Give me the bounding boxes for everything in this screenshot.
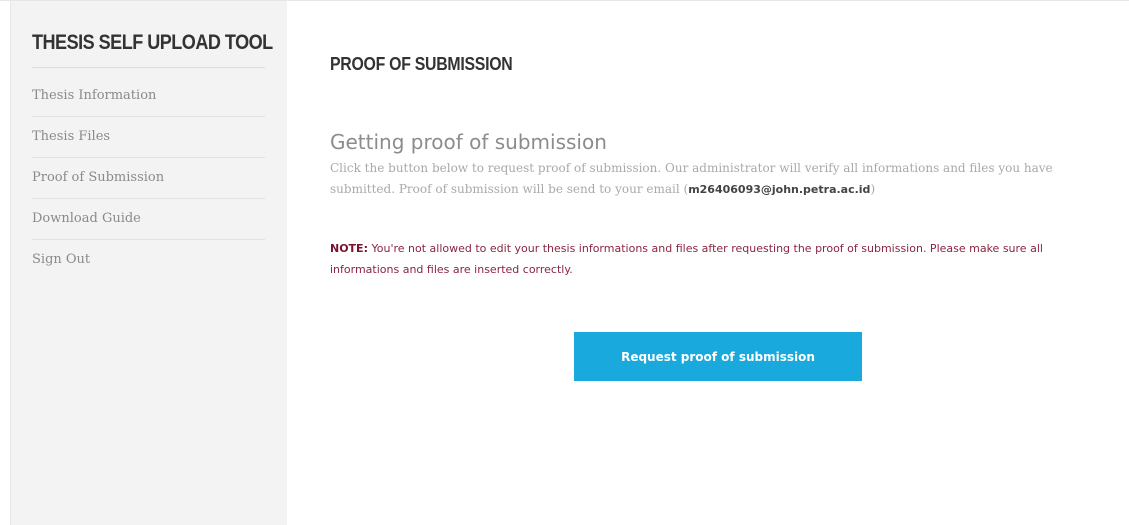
sidebar: THESIS SELF UPLOAD TOOL Thesis Informati… <box>11 1 287 525</box>
page: THESIS SELF UPLOAD TOOL Thesis Informati… <box>0 0 1129 525</box>
sidebar-item-thesis-files[interactable]: Thesis Files <box>32 117 265 158</box>
page-title: PROOF OF SUBMISSION <box>330 54 513 74</box>
note-text: You're not allowed to edit your thesis i… <box>330 242 1043 276</box>
note-label: NOTE: <box>330 242 368 255</box>
left-gutter <box>0 1 11 525</box>
note-warning: NOTE: You're not allowed to edit your th… <box>330 238 1090 280</box>
request-proof-button[interactable]: Request proof of submission <box>574 332 862 381</box>
main-content: PROOF OF SUBMISSION Getting proof of sub… <box>287 1 1129 525</box>
sidebar-item-sign-out[interactable]: Sign Out <box>32 240 265 280</box>
description-text: Click the button below to request proof … <box>330 158 1100 200</box>
section-heading: Getting proof of submission <box>330 130 607 154</box>
sidebar-item-proof-of-submission[interactable]: Proof of Submission <box>32 158 265 199</box>
sidebar-header: THESIS SELF UPLOAD TOOL <box>32 31 273 68</box>
user-email: m26406093@john.petra.ac.id <box>688 183 871 196</box>
sidebar-item-download-guide[interactable]: Download Guide <box>32 199 265 240</box>
app-title: THESIS SELF UPLOAD TOOL <box>32 31 273 54</box>
sidebar-nav: Thesis Information Thesis Files Proof of… <box>32 76 265 280</box>
description-close: ) <box>870 182 876 196</box>
sidebar-item-thesis-information[interactable]: Thesis Information <box>32 76 265 117</box>
button-row: Request proof of submission <box>330 332 1100 381</box>
